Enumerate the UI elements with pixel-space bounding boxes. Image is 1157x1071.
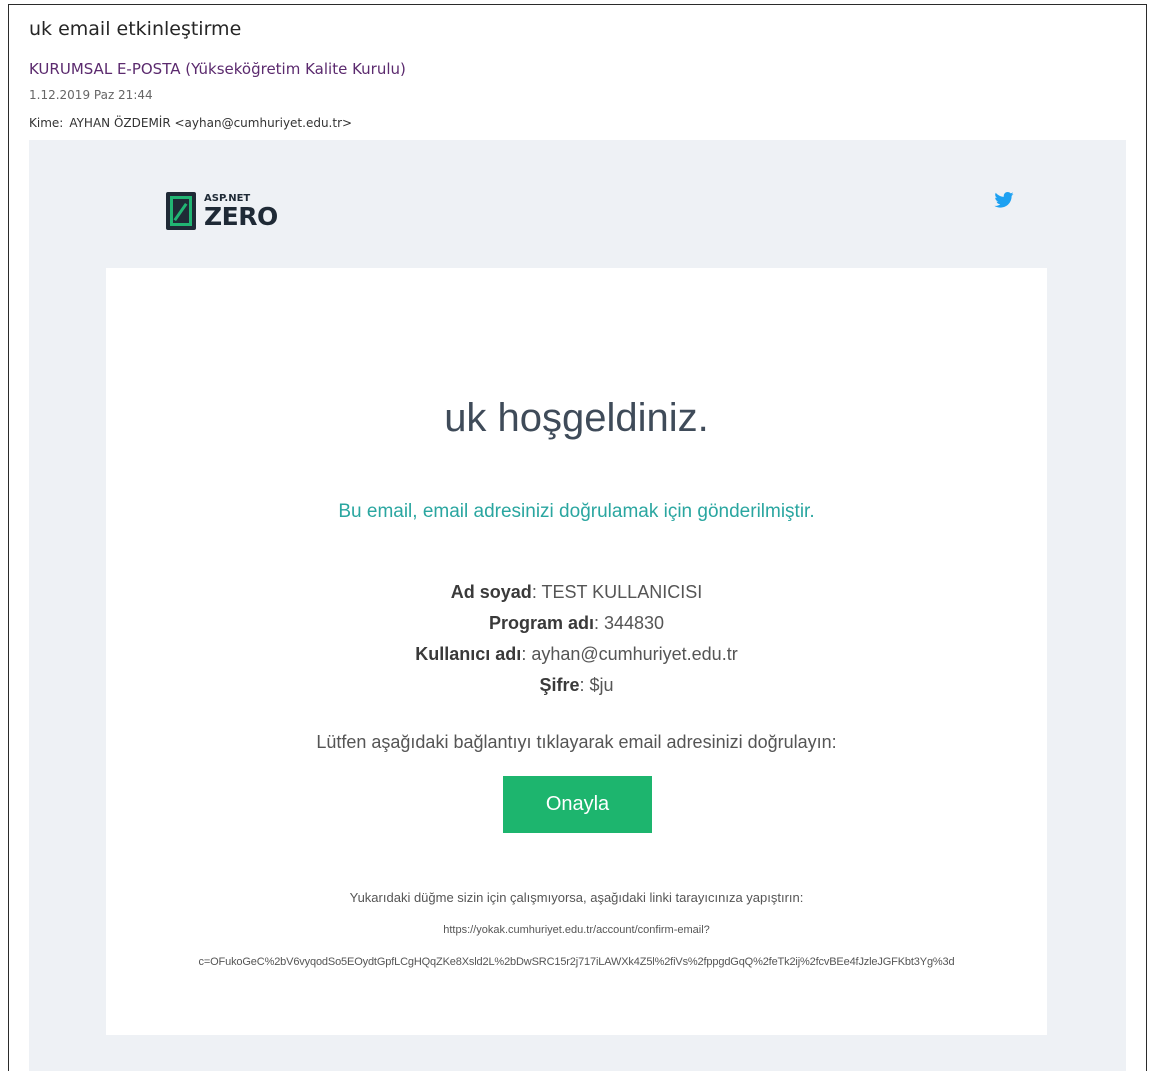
logo-text: ASP.NET ZERO	[204, 193, 278, 231]
fallback-text: Yukarıdaki düğme sizin için çalışmıyorsa…	[349, 890, 804, 905]
detail-value: : $ju	[579, 675, 614, 695]
detail-label: Kullanıcı adı	[415, 644, 522, 664]
detail-label: Ad soyad	[450, 582, 532, 602]
logo-big-text: ZERO	[204, 201, 278, 231]
confirm-link-line2[interactable]: c=OFukoGeC%2bV6vyqodSo5EOydtGpfLCgHQqZKe…	[106, 956, 1047, 968]
detail-value: : TEST KULLANICISI	[531, 582, 703, 602]
email-recipient: Kime: AYHAN ÖZDEMİR <ayhan@cumhuriyet.edu…	[29, 116, 352, 130]
confirm-link-line1[interactable]: https://yokak.cumhuriyet.edu.tr/account/…	[106, 924, 1047, 936]
welcome-heading: uk hoşgeldiniz.	[444, 396, 709, 440]
email-subject: uk email etkinleştirme	[29, 18, 242, 40]
recipient-value[interactable]: AYHAN ÖZDEMİR <ayhan@cumhuriyet.edu.tr>	[69, 116, 352, 130]
twitter-icon[interactable]	[993, 192, 1015, 208]
detail-username: Kullanıcı adı: ayhan@cumhuriyet.edu.tr	[106, 639, 1047, 670]
detail-value[interactable]: : ayhan@cumhuriyet.edu.tr	[521, 644, 737, 664]
detail-program: Program adı: 344830	[106, 608, 1047, 639]
detail-label: Şifre	[539, 675, 580, 695]
email-date: 1.12.2019 Paz 21:44	[29, 88, 153, 102]
detail-label: Program adı	[488, 613, 594, 633]
detail-password: Şifre: $ju	[106, 670, 1047, 701]
email-sender[interactable]: KURUMSAL E-POSTA (Yükseköğretim Kalite K…	[29, 60, 406, 78]
detail-value: : 344830	[593, 613, 665, 633]
account-details: Ad soyad: TEST KULLANICISI Program adı: …	[106, 577, 1047, 701]
info-message: Bu email, email adresinizi doğrulamak iç…	[338, 501, 815, 522]
instruction-text: Lütfen aşağıdaki bağlantıyı tıklayarak e…	[316, 732, 837, 752]
email-card: uk hoşgeldiniz. Bu email, email adresini…	[106, 268, 1047, 1035]
logo-mark-icon	[166, 192, 196, 230]
aspnet-zero-logo: ASP.NET ZERO	[166, 188, 278, 234]
confirm-button[interactable]: Onayla	[503, 776, 652, 833]
recipient-label: Kime:	[29, 116, 64, 130]
detail-name: Ad soyad: TEST KULLANICISI	[106, 577, 1047, 608]
